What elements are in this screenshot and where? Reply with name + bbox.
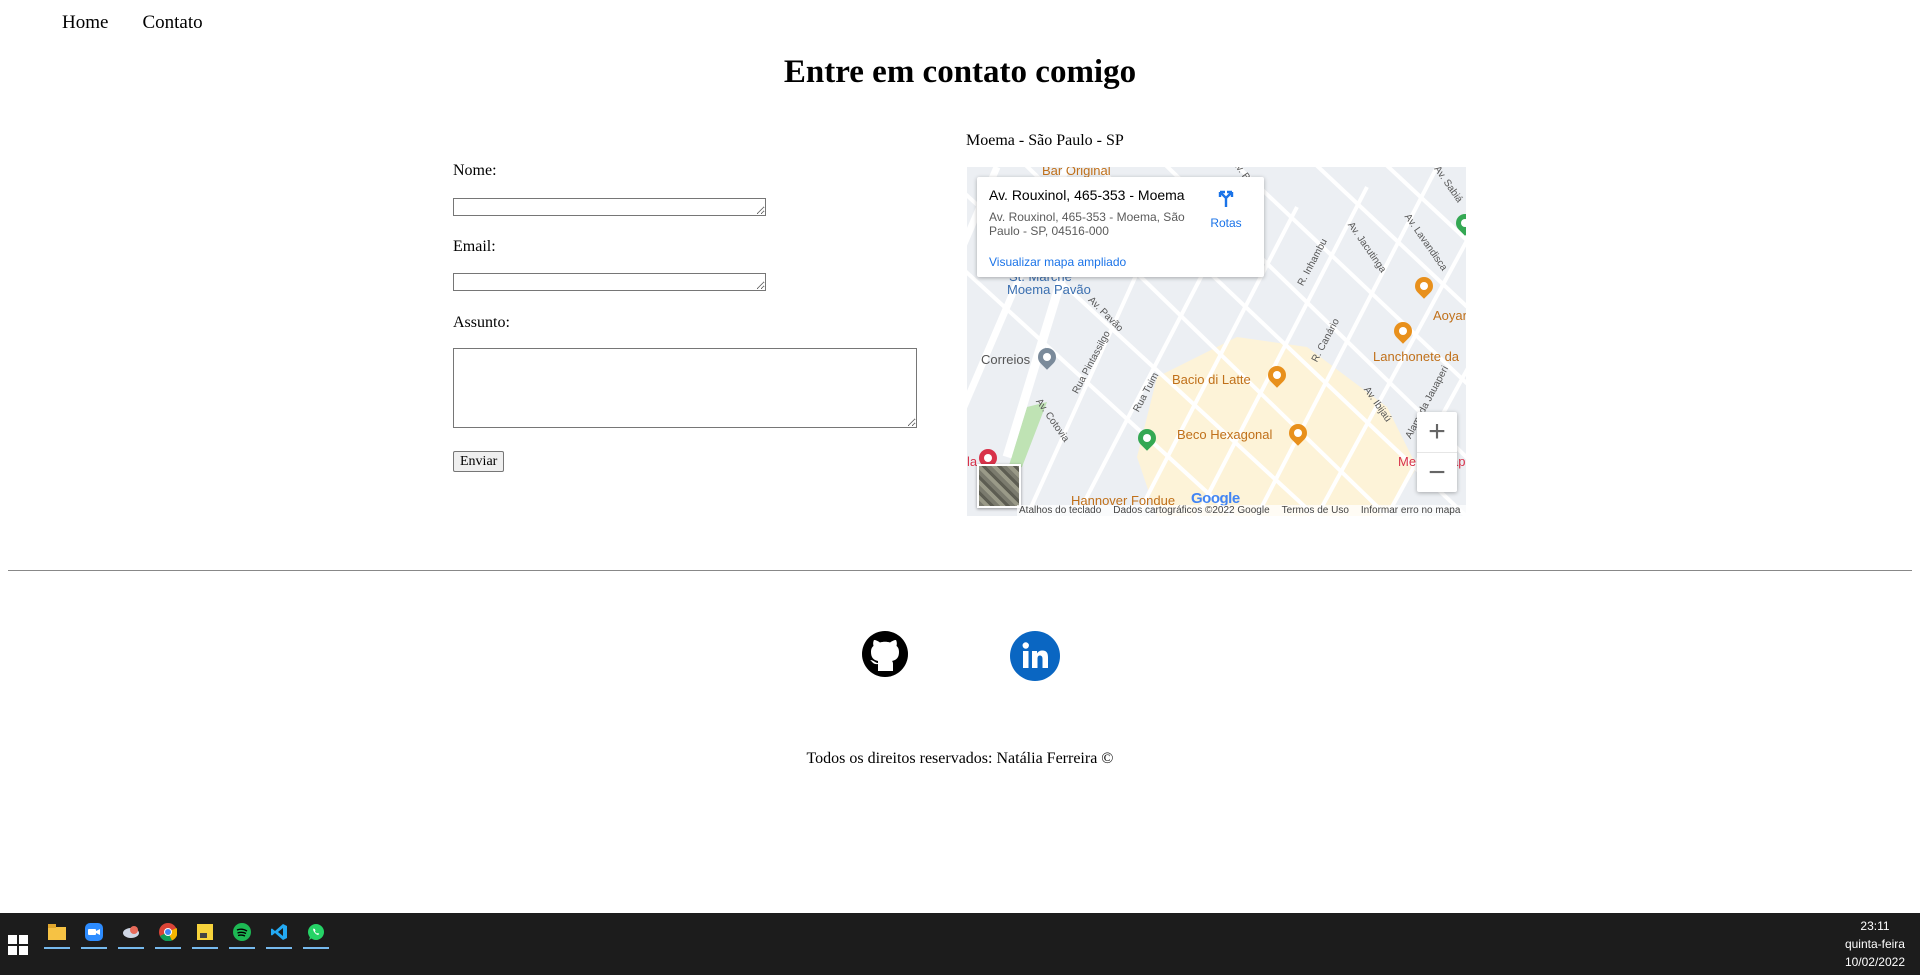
zoom-controls: + − [1417, 412, 1457, 492]
name-field[interactable] [453, 198, 766, 216]
map-caption: Moema - São Paulo - SP [966, 132, 1124, 149]
email-label: Email: [453, 238, 496, 255]
vscode-icon[interactable] [264, 917, 294, 949]
poi-aoyama[interactable]: Aoyar [1433, 308, 1466, 323]
poi-moema-partial[interactable]: Me [1398, 454, 1416, 469]
poi-bacio-di-latte[interactable]: Bacio di Latte [1172, 372, 1251, 387]
poi-moema-pavao[interactable]: Moema Pavão [1007, 282, 1091, 297]
info-address: Av. Rouxinol, 465-353 - Moema, São Paulo… [989, 210, 1185, 238]
windows-start-button[interactable] [8, 935, 28, 955]
name-label: Nome: [453, 162, 497, 179]
clock-date: 10/02/2022 [1844, 955, 1905, 969]
email-field[interactable] [453, 273, 766, 291]
terms-link[interactable]: Termos de Uso [1282, 505, 1349, 516]
larger-map-link[interactable]: Visualizar mapa ampliado [989, 255, 1126, 269]
footer-divider [8, 570, 1912, 571]
zoom-out-button[interactable]: − [1417, 453, 1457, 493]
file-explorer-icon[interactable] [42, 917, 72, 949]
github-icon [862, 631, 908, 677]
linkedin-icon [1010, 631, 1060, 681]
taskbar: 23:11 quinta-feira 10/02/2022 [0, 913, 1920, 975]
system-clock[interactable]: 23:11 quinta-feira 10/02/2022 [1845, 917, 1905, 971]
chrome-icon[interactable] [153, 917, 183, 949]
clock-time: 23:11 [1860, 919, 1890, 933]
top-nav: Home Contato [62, 12, 203, 34]
poi-lanchonete[interactable]: Lanchonete da [1373, 349, 1459, 364]
github-link[interactable] [861, 630, 909, 683]
copyright-text: Todos os direitos reservados: Natália Fe… [806, 750, 1114, 767]
google-map[interactable]: Bar Original St. Marche Moema Pavão Corr… [967, 167, 1466, 516]
subject-field[interactable] [453, 348, 917, 428]
info-title: Av. Rouxinol, 465-353 - Moema [989, 187, 1185, 203]
nav-home-link[interactable]: Home [62, 12, 108, 34]
satellite-toggle[interactable] [977, 464, 1021, 508]
whatsapp-icon[interactable] [301, 917, 331, 949]
map-info-card: Av. Rouxinol, 465-353 - Moema Av. Rouxin… [977, 177, 1264, 277]
map-attribution: Atalhos do teclado Dados cartográficos ©… [1017, 505, 1466, 516]
poi-beco-hexagonal[interactable]: Beco Hexagonal [1177, 427, 1272, 442]
zoom-icon[interactable] [79, 917, 109, 949]
directions-icon [1218, 190, 1234, 207]
nav-contact-link[interactable]: Contato [142, 12, 202, 34]
zoom-in-button[interactable]: + [1417, 412, 1457, 453]
poi-la-partial[interactable]: la [967, 454, 977, 469]
directions-label: Rotas [1210, 216, 1242, 230]
spotify-icon[interactable] [227, 917, 257, 949]
report-error-link[interactable]: Informar erro no mapa [1361, 505, 1461, 516]
linkedin-link[interactable] [1009, 630, 1061, 687]
clock-day: quinta-feira [1844, 937, 1905, 951]
poi-correios[interactable]: Correios [981, 352, 1030, 367]
page-title: Entre em contato comigo [783, 54, 1137, 90]
sticky-notes-icon[interactable] [190, 917, 220, 949]
map-data-text: Dados cartográficos ©2022 Google [1113, 505, 1270, 516]
app-icon[interactable] [116, 917, 146, 949]
send-button[interactable]: Enviar [453, 451, 505, 472]
keyboard-shortcuts-link[interactable]: Atalhos do teclado [1019, 505, 1101, 516]
directions-button[interactable]: Rotas [1202, 187, 1250, 231]
subject-label: Assunto: [453, 314, 510, 331]
